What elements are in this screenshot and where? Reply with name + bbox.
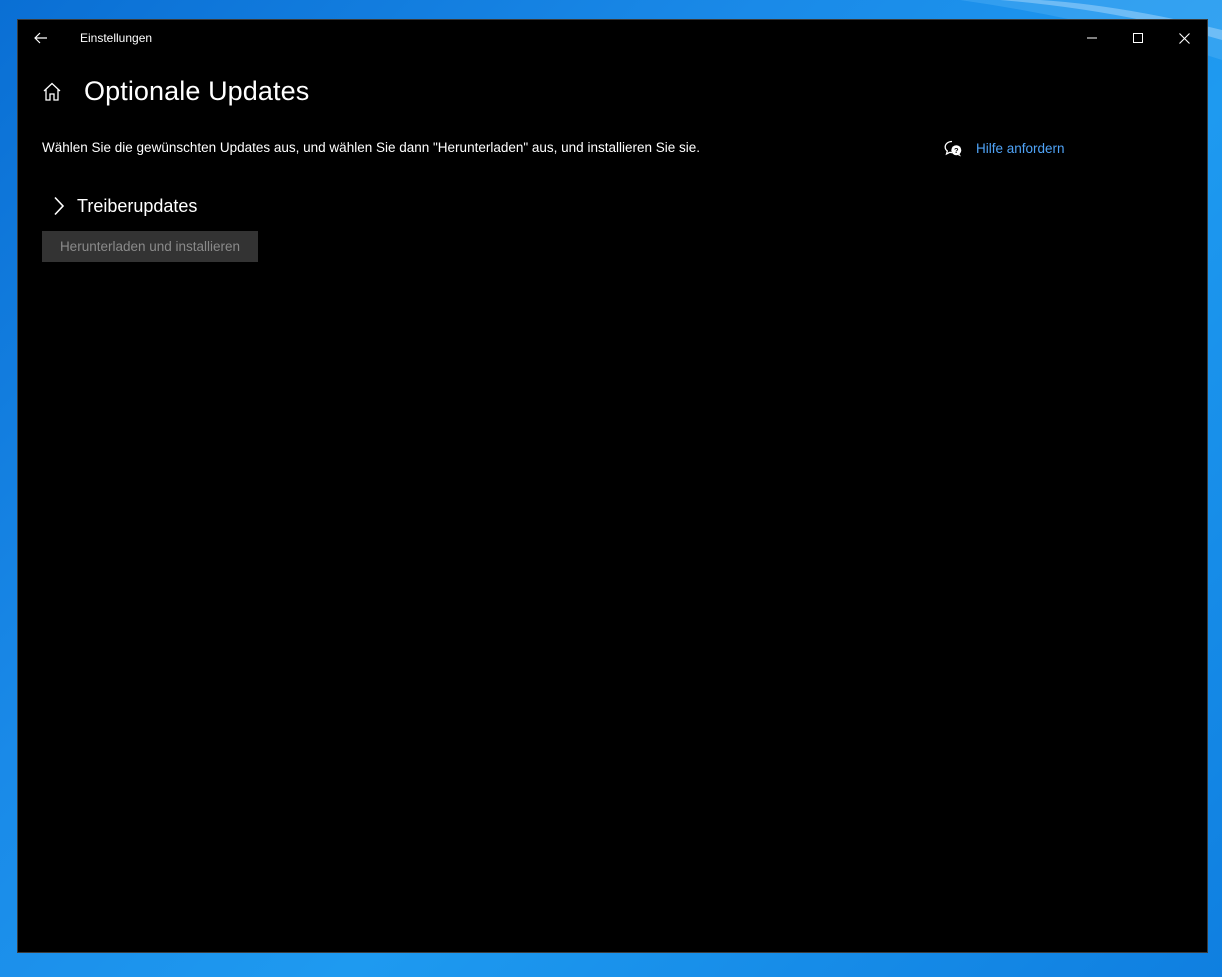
page-description: Wählen Sie die gewünschten Updates aus, …	[42, 140, 700, 155]
window-controls	[1069, 20, 1207, 56]
title-bar: Einstellungen	[18, 20, 1207, 56]
settings-window: Einstellungen Optionale Updates Wählen S…	[17, 19, 1208, 953]
arrow-left-icon	[34, 32, 47, 44]
minimize-icon	[1087, 37, 1097, 39]
app-title: Einstellungen	[80, 31, 153, 45]
page-header: Optionale Updates	[40, 76, 309, 107]
back-button[interactable]	[28, 25, 54, 51]
help-link-label: Hilfe anfordern	[976, 140, 1065, 156]
home-button[interactable]	[40, 80, 64, 104]
close-icon	[1178, 32, 1190, 44]
maximize-icon	[1133, 33, 1143, 43]
page-title: Optionale Updates	[84, 76, 310, 106]
download-install-button[interactable]: Herunterladen und installieren	[42, 231, 258, 262]
close-button[interactable]	[1161, 20, 1207, 56]
chat-help-icon: ?	[944, 140, 962, 156]
chevron-wrapper	[48, 194, 70, 218]
minimize-button[interactable]	[1069, 20, 1115, 56]
home-icon	[43, 82, 61, 101]
section-label: Treiberupdates	[77, 195, 198, 216]
section-expander-treiberupdates[interactable]: Treiberupdates	[48, 194, 197, 218]
maximize-button[interactable]	[1115, 20, 1161, 56]
chevron-right-icon	[54, 196, 65, 216]
help-link[interactable]: ? Hilfe anfordern	[943, 138, 1065, 158]
svg-text:?: ?	[954, 146, 959, 155]
help-icon-wrapper: ?	[943, 138, 963, 158]
